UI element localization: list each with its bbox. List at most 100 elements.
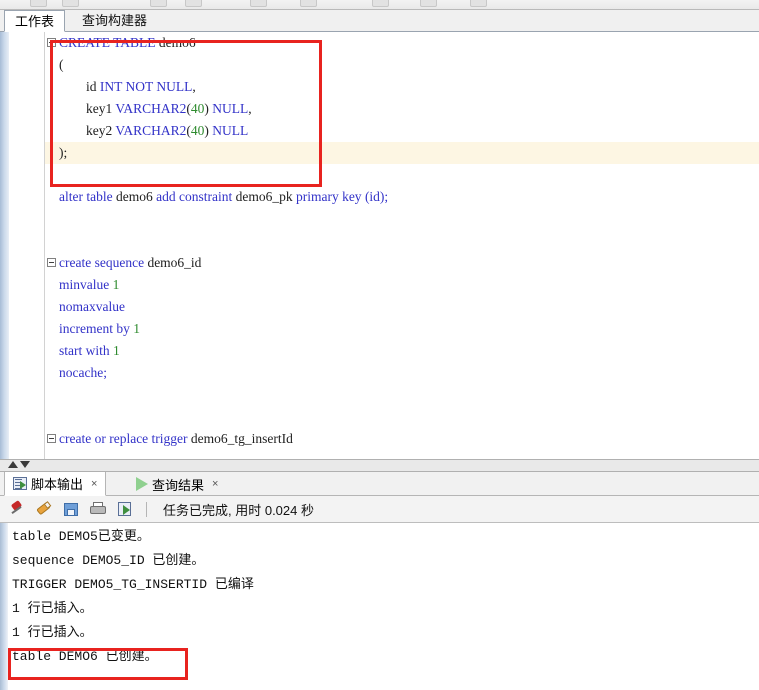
code-line[interactable]: id INT NOT NULL, (45, 76, 759, 98)
code-line[interactable] (45, 230, 759, 252)
output-line: sequence DEMO5_ID 已创建。 (12, 553, 205, 568)
code-line[interactable]: create sequence demo6_id (45, 252, 759, 274)
output-line: table DEMO6 已创建。 (12, 649, 158, 664)
toolbar-ghost-button (372, 0, 389, 7)
code-token: demo6_id (147, 255, 202, 270)
window-left-edge (0, 32, 9, 459)
code-token: 1 (133, 321, 140, 336)
code-token: nocache; (59, 365, 107, 380)
code-line[interactable]: CREATE TABLE demo6 (45, 32, 759, 54)
tab-query-builder[interactable]: 查询构建器 (72, 10, 157, 32)
tab-script-output-label: 脚本输出 (31, 477, 84, 492)
code-token: start with (59, 343, 113, 358)
code-line[interactable]: create or replace trigger demo6_tg_inser… (45, 428, 759, 450)
tab-script-output[interactable]: 脚本输出 × (4, 472, 107, 496)
code-line[interactable]: increment by 1 (45, 318, 759, 340)
fold-toggle-icon[interactable] (47, 258, 56, 267)
code-token: id (86, 79, 100, 94)
code-token: demo6_pk (235, 189, 296, 204)
code-line[interactable]: ); (45, 142, 759, 164)
code-token: primary key (295, 189, 365, 204)
fold-toggle-icon[interactable] (47, 38, 56, 47)
output-left-edge (0, 523, 8, 690)
code-token: demo6_tg_insertId (190, 431, 293, 446)
code-token: minvalue (59, 277, 113, 292)
toolbar-ghost-button (185, 0, 202, 7)
toolbar-ghost-button (300, 0, 317, 7)
triangle-up-icon[interactable] (8, 461, 18, 468)
task-status-text: 任务已完成, 用时 0.024 秒 (163, 502, 314, 518)
code-line[interactable]: key1 VARCHAR2(40) NULL, (45, 98, 759, 120)
code-line[interactable]: start with 1 (45, 340, 759, 362)
code-line[interactable] (45, 164, 759, 186)
toolbar-ghost-button (150, 0, 167, 7)
code-token: 40 (190, 101, 205, 116)
fold-toggle-icon[interactable] (47, 434, 56, 443)
toolbar-divider (146, 501, 147, 517)
close-icon[interactable]: × (91, 478, 97, 490)
code-token: increment by (59, 321, 134, 336)
code-token: 40 (190, 123, 205, 138)
code-line[interactable]: nomaxvalue (45, 296, 759, 318)
code-token: NULL (212, 123, 249, 138)
output-line: 1 行已插入。 (12, 625, 93, 640)
code-token: 1 (113, 343, 120, 358)
output-panel: 脚本输出 × 查询结果 × 任务已完成, 用时 0.024 秒 table DE… (0, 472, 759, 690)
triangle-down-icon[interactable] (20, 461, 30, 468)
code-token: demo6 (158, 35, 196, 50)
toolbar-ghost-button (30, 0, 47, 7)
code-text-area[interactable]: CREATE TABLE demo6 ( id INT NOT NULL, key… (45, 32, 759, 459)
output-tab-bar: 脚本输出 × 查询结果 × (0, 472, 759, 496)
print-icon[interactable] (89, 500, 107, 518)
code-token: key1 (86, 101, 116, 116)
code-line[interactable]: ( (45, 54, 759, 76)
code-token: VARCHAR2 (115, 123, 187, 138)
play-icon (136, 477, 148, 491)
code-line[interactable]: key2 VARCHAR2(40) NULL (45, 120, 759, 142)
code-token: INT NOT NULL (99, 79, 193, 94)
toolbar-ghost-button (250, 0, 267, 7)
toolbar-ghost-button (470, 0, 487, 7)
toolbar-ghost-button (420, 0, 437, 7)
output-text-area[interactable]: table DEMO5已变更。 sequence DEMO5_ID 已创建。 TRI… (0, 523, 759, 690)
script-output-icon (13, 477, 27, 490)
code-line[interactable] (45, 384, 759, 406)
tab-worksheet[interactable]: 工作表 (4, 10, 66, 32)
editor-tab-bar: 工作表 查询构建器 (0, 10, 759, 32)
cut-off-toolbar-strip (0, 0, 759, 10)
code-token: , (248, 101, 252, 116)
code-line[interactable] (45, 208, 759, 230)
code-line[interactable] (45, 406, 759, 428)
code-token: NULL (212, 101, 249, 116)
output-line: table DEMO5已变更。 (12, 529, 150, 544)
code-token: (id); (364, 189, 389, 204)
code-token: create sequence (59, 255, 148, 270)
run-script-icon[interactable] (116, 500, 134, 518)
code-token: CREATE TABLE (59, 35, 159, 50)
close-icon[interactable]: × (212, 478, 218, 490)
tab-query-result[interactable]: 查询结果 × (128, 472, 226, 496)
code-line[interactable]: alter table demo6 add constraint demo6_p… (45, 186, 759, 208)
code-line[interactable]: minvalue 1 (45, 274, 759, 296)
panel-splitter[interactable] (0, 459, 759, 472)
save-icon[interactable] (62, 500, 80, 518)
output-line: TRIGGER DEMO5_TG_INSERTID 已编译 (12, 577, 254, 592)
code-token: alter table (59, 189, 116, 204)
code-token: 1 (112, 277, 120, 292)
output-line: 1 行已插入。 (12, 601, 93, 616)
code-line[interactable]: nocache; (45, 362, 759, 384)
pin-icon[interactable] (8, 500, 26, 518)
code-token: ); (59, 145, 68, 160)
output-toolbar: 任务已完成, 用时 0.024 秒 (0, 496, 759, 523)
code-token: VARCHAR2 (115, 101, 187, 116)
editor-gutter (9, 32, 45, 459)
tab-query-result-label: 查询结果 (152, 477, 205, 493)
code-token: key2 (86, 123, 116, 138)
eraser-icon[interactable] (35, 500, 53, 518)
code-token: nomaxvalue (59, 299, 125, 314)
code-token: demo6 (115, 189, 157, 204)
code-token: , (192, 79, 196, 94)
code-token: ( (59, 57, 64, 72)
code-token: create or replace trigger (59, 431, 191, 446)
sql-editor[interactable]: CREATE TABLE demo6 ( id INT NOT NULL, key… (0, 32, 759, 459)
